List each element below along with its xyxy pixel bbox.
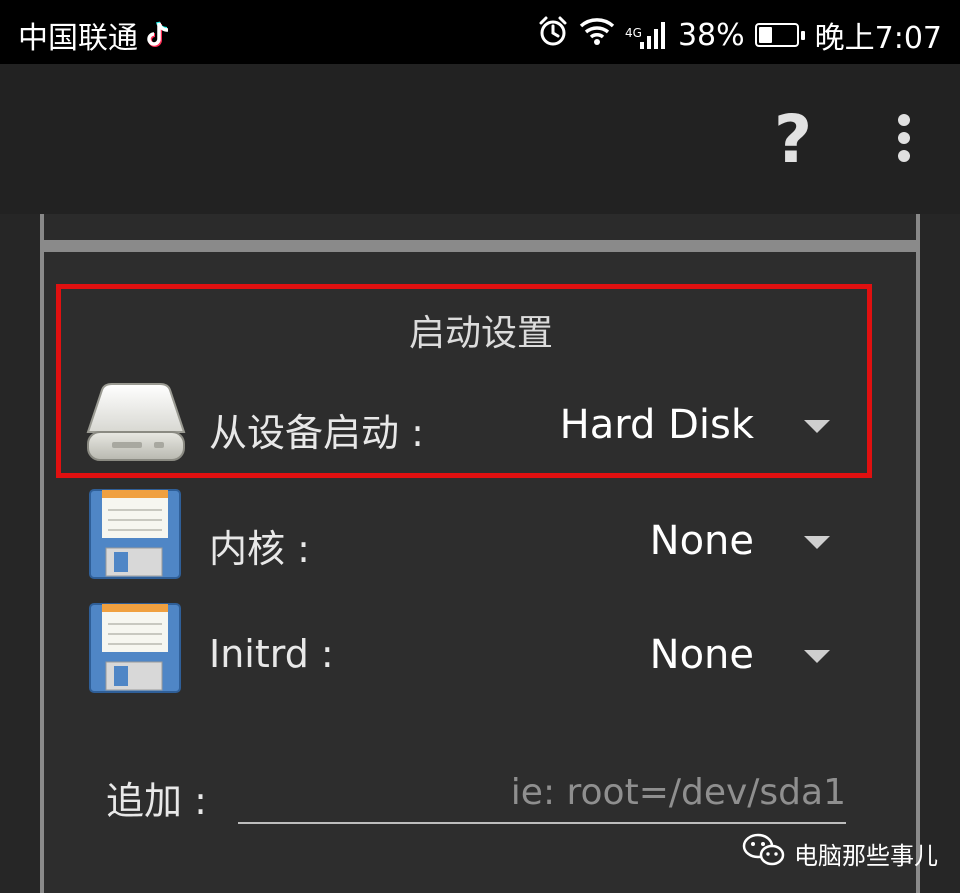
chevron-down-icon[interactable] <box>804 420 830 433</box>
carrier-name: 中国联通 <box>18 21 138 56</box>
panel-border-left <box>40 252 44 893</box>
clock: 晚上7:07 <box>814 21 942 56</box>
status-bar-right: 4G 38% 晚上7:07 <box>537 13 942 57</box>
boot-device-value[interactable]: Hard Disk <box>560 402 754 448</box>
chevron-down-icon[interactable] <box>804 650 830 663</box>
watermark: 电脑那些事儿 <box>742 832 938 874</box>
initrd-label: Initrd : <box>209 632 334 676</box>
boot-device-label: 从设备启动 : <box>209 411 424 455</box>
side-margin-right <box>920 214 960 893</box>
wechat-icon <box>742 832 786 874</box>
overflow-menu-icon[interactable] <box>886 114 922 166</box>
status-bar: 中国联通 4G 38% 晚上7:07 <box>0 0 960 64</box>
watermark-text: 电脑那些事儿 <box>794 841 938 870</box>
panel-divider <box>40 240 920 252</box>
wifi-icon <box>579 16 615 54</box>
section-title: 启动设置 <box>408 313 553 354</box>
alarm-icon <box>537 15 569 55</box>
chevron-down-icon[interactable] <box>804 536 830 549</box>
hard-disk-icon <box>84 380 188 470</box>
floppy-disk-icon <box>84 488 184 584</box>
tiktok-icon <box>144 20 172 50</box>
network-type-label: 4G <box>625 26 642 40</box>
kernel-row[interactable]: 内核 : None <box>84 488 844 588</box>
battery-icon <box>754 23 805 47</box>
floppy-disk-icon <box>84 602 184 698</box>
boot-device-row[interactable]: 从设备启动 : Hard Disk <box>84 380 844 480</box>
kernel-label: 内核 : <box>209 527 310 571</box>
initrd-value[interactable]: None <box>650 632 754 678</box>
append-input[interactable] <box>238 762 846 824</box>
help-icon[interactable]: ? <box>766 100 820 180</box>
side-margin-left <box>0 214 40 893</box>
kernel-value[interactable]: None <box>650 518 754 564</box>
append-label: 追加 : <box>106 779 207 823</box>
battery-percent: 38% <box>677 17 745 53</box>
status-bar-left: 中国联通 <box>18 13 172 57</box>
initrd-row[interactable]: Initrd : None <box>84 602 844 702</box>
panel-border-right <box>916 252 920 893</box>
signal-icon: 4G <box>625 20 668 50</box>
